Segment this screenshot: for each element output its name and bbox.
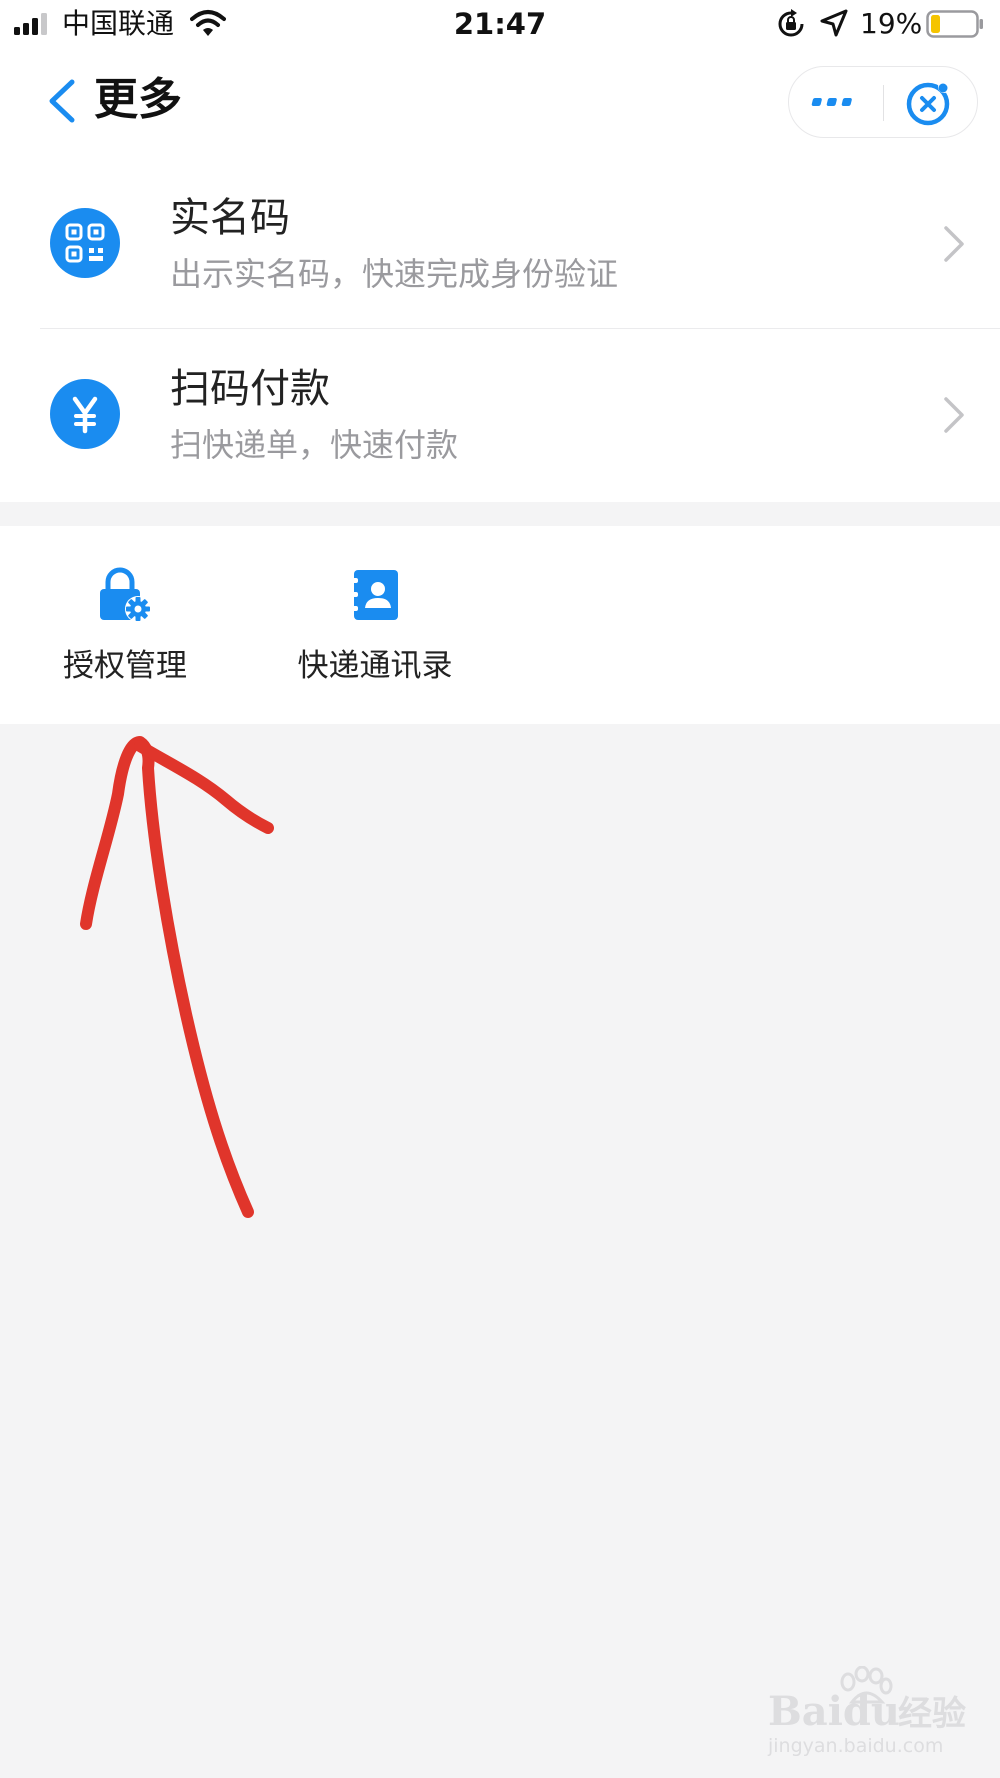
status-bar: 中国联通 21:47 19% bbox=[0, 0, 1000, 50]
chevron-left-icon[interactable] bbox=[42, 76, 82, 126]
red-arrow-annotation bbox=[80, 736, 274, 1218]
list-item-title: 扫码付款 bbox=[170, 366, 330, 412]
watermark-suffix: 经验 bbox=[898, 1694, 966, 1734]
watermark-url: jingyan.baidu.com bbox=[768, 1735, 944, 1757]
list-divider bbox=[40, 328, 1000, 329]
list-item-scan-pay[interactable]: 扫码付款 扫快递单，快速付款 bbox=[0, 331, 1000, 502]
rotation-lock-icon bbox=[778, 9, 804, 37]
lock-gear-icon bbox=[100, 567, 151, 622]
battery-percent: 19% bbox=[860, 7, 923, 40]
qr-code-icon bbox=[50, 208, 120, 278]
location-icon bbox=[820, 9, 848, 37]
status-time: 21:47 bbox=[453, 7, 547, 41]
more-button[interactable] bbox=[789, 67, 883, 139]
grid-item-label: 授权管理 bbox=[63, 648, 187, 684]
list-item-subtitle: 出示实名码，快速完成身份验证 bbox=[170, 255, 619, 293]
capsule-menu bbox=[788, 66, 978, 138]
list-item-realname-code[interactable]: 实名码 出示实名码，快速完成身份验证 bbox=[0, 160, 1000, 331]
more-dots-icon bbox=[811, 98, 852, 106]
chevron-right-icon bbox=[944, 226, 964, 262]
capsule-divider bbox=[883, 85, 884, 121]
list-item-title: 实名码 bbox=[170, 195, 290, 241]
grid-item-express-contacts[interactable]: 快递通讯录 bbox=[250, 526, 500, 724]
list-item-subtitle: 扫快递单，快速付款 bbox=[170, 426, 459, 464]
close-circle-icon bbox=[906, 81, 950, 126]
close-button[interactable] bbox=[885, 67, 979, 139]
page-title: 更多 bbox=[94, 74, 182, 125]
yuan-icon bbox=[50, 379, 120, 449]
watermark-brand: Baidu bbox=[768, 1688, 900, 1735]
grid-item-label: 快递通讯录 bbox=[297, 648, 453, 684]
baidu-watermark: Baidu 经验 jingyan.baidu.com bbox=[760, 1666, 980, 1762]
chevron-right-icon bbox=[944, 397, 964, 433]
tool-grid: 授权管理 快递通讯录 bbox=[0, 526, 1000, 724]
contacts-book-icon bbox=[350, 570, 398, 620]
battery-icon bbox=[926, 10, 983, 38]
feature-list: 实名码 出示实名码，快速完成身份验证 扫码付款 扫快递单，快速付款 bbox=[0, 160, 1000, 502]
nav-bar: 更多 bbox=[0, 50, 1000, 160]
grid-item-auth-manage[interactable]: 授权管理 bbox=[0, 526, 250, 724]
